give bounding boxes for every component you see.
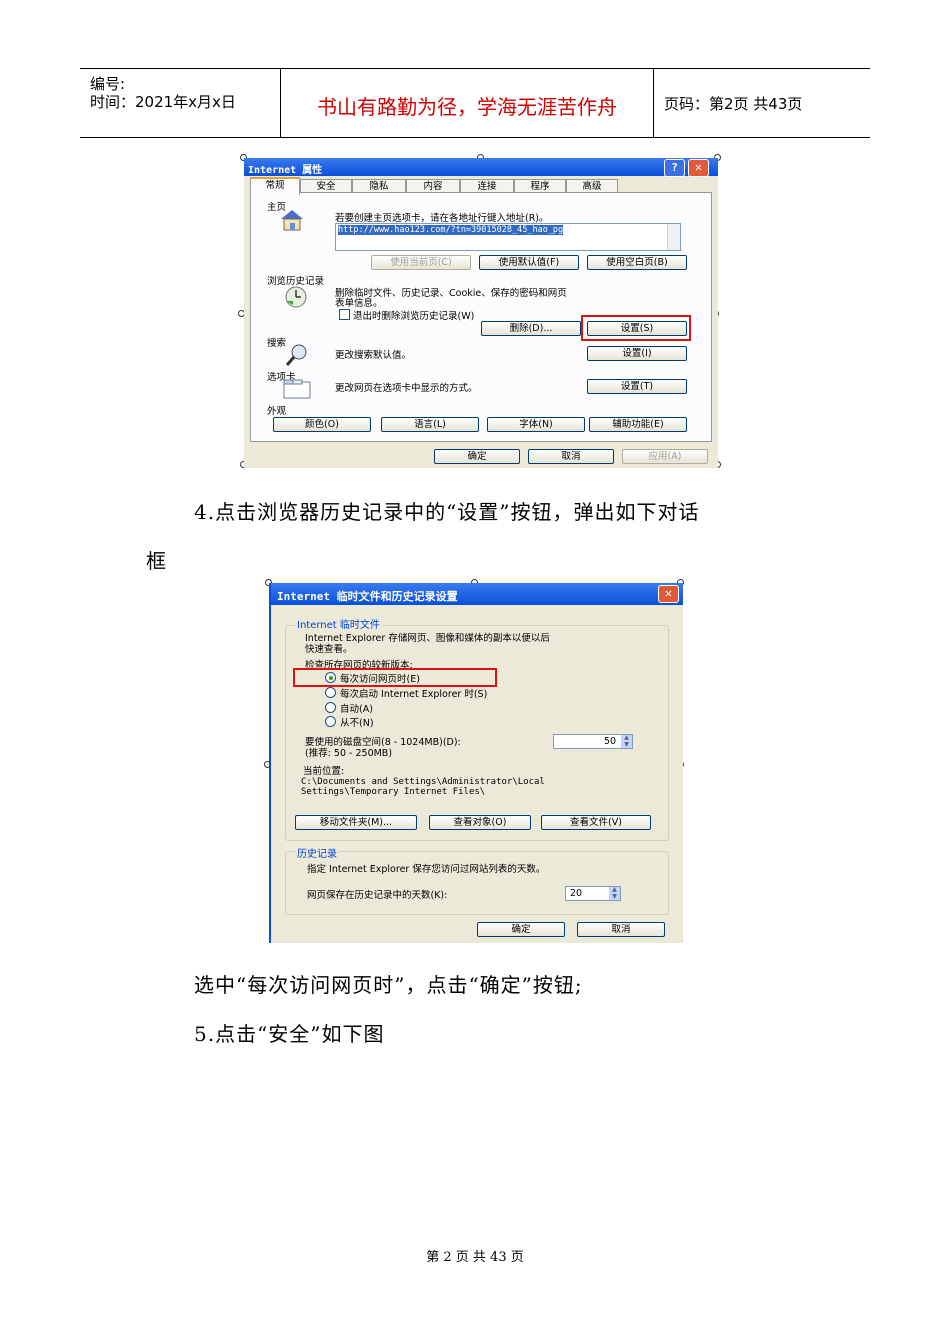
option-every-start-label: 每次启动 Internet Explorer 时(S) [340, 689, 488, 700]
general-tab-panel: 主页 若要创建主页选项卡，请在各地址行键入地址(R)。 http://www.h… [250, 192, 712, 442]
history-group-label: 历史记录 [295, 845, 339, 860]
option-automatic-label: 自动(A) [340, 704, 373, 715]
tab-content[interactable]: 内容 [406, 179, 460, 193]
header-motto-cell: 书山有路勤为径，学海无涯苦作舟 [281, 69, 654, 137]
delete-on-exit-label: 退出时删除浏览历史记录(W) [353, 311, 475, 322]
tabs-window-icon [283, 379, 311, 399]
close-icon[interactable]: ✕ [658, 585, 679, 603]
internet-options-dialog: Internet 属性 ? ✕ 常规 安全 隐私 内容 连接 程序 高级 主页 … [244, 158, 718, 468]
current-location-label: 当前位置: [303, 766, 345, 777]
paragraph-4-line-1: 4.点击浏览器历史记录中的“设置”按钮，弹出如下对话 [194, 500, 700, 524]
history-clock-icon [285, 286, 307, 308]
days-spinner[interactable]: 20 ▲ ▼ [565, 886, 621, 901]
home-url-value: http://www.hao123.com/?tn=39015028_45_ha… [338, 225, 564, 235]
cancel-button[interactable]: 取消 [577, 922, 665, 937]
search-settings-button[interactable]: 设置(I) [587, 346, 687, 361]
apply-button[interactable]: 应用(A) [622, 449, 708, 464]
header-meta-cell: 编号: 时间：2021年x月x日 [80, 69, 281, 137]
tabs-description: 更改网页在选项卡中显示的方式。 [335, 383, 478, 394]
highlight-every-visit [293, 668, 497, 687]
location-path-2: Settings\Temporary Internet Files\ [301, 787, 486, 797]
days-value: 20 [570, 888, 583, 899]
disk-space-value: 50 [603, 736, 616, 747]
home-description: 若要创建主页选项卡，请在各地址行键入地址(R)。 [335, 213, 549, 224]
use-default-button[interactable]: 使用默认值(F) [479, 255, 579, 270]
appearance-section-label: 外观 [267, 406, 287, 417]
ok-button[interactable]: 确定 [477, 922, 565, 937]
disk-space-spinner[interactable]: 50 ▲ ▼ [553, 734, 633, 749]
tab-security[interactable]: 安全 [300, 179, 352, 193]
spinner-arrows-icon[interactable]: ▲ ▼ [621, 734, 632, 748]
header-page-cell: 页码：第2页 共43页 [654, 69, 870, 137]
tab-programs[interactable]: 程序 [514, 179, 566, 193]
temp-files-settings-dialog: Internet 临时文件和历史记录设置 ✕ Internet 临时文件 Int… [269, 583, 683, 943]
tab-privacy[interactable]: 隐私 [352, 179, 406, 193]
search-section-label: 搜索 [267, 338, 287, 349]
days-label: 网页保存在历史记录中的天数(K): [307, 890, 448, 901]
help-icon[interactable]: ? [664, 159, 685, 177]
delete-on-exit-checkbox[interactable] [339, 309, 350, 320]
view-files-button[interactable]: 查看文件(V) [541, 815, 651, 830]
tab-general[interactable]: 常规 [250, 177, 300, 195]
dialog-title: Internet 属性 [248, 165, 323, 176]
view-objects-button[interactable]: 查看对象(O) [429, 815, 531, 830]
paragraph-5: 5.点击“安全”如下图 [194, 1022, 385, 1046]
dialog1-frame: Internet 属性 ? ✕ 常规 安全 隐私 内容 连接 程序 高级 主页 … [238, 154, 721, 468]
location-path-1: C:\Documents and Settings\Administrator\… [301, 777, 545, 787]
temp-description-2: 快速查看。 [305, 644, 353, 655]
paragraph-select: 选中“每次访问网页时”，点击“确定”按钮; [194, 973, 583, 997]
spinner-arrows-icon[interactable]: ▲ ▼ [609, 886, 620, 900]
accessibility-button[interactable]: 辅助功能(E) [589, 417, 687, 432]
house-icon [281, 210, 303, 231]
cancel-button[interactable]: 取消 [528, 449, 614, 464]
title-bar[interactable]: Internet 属性 ? ✕ [244, 158, 718, 177]
title-bar[interactable]: Internet 临时文件和历史记录设置 ✕ [271, 583, 683, 605]
radio-every-start[interactable] [325, 687, 336, 698]
history-description-2: 表单信息。 [335, 298, 383, 309]
page-footer: 第 2 页 共 43 页 [426, 1250, 524, 1265]
ok-button[interactable]: 确定 [434, 449, 520, 464]
use-blank-button[interactable]: 使用空白页(B) [587, 255, 687, 270]
motto: 书山有路勤为径，学海无涯苦作舟 [317, 95, 617, 119]
close-icon[interactable]: ✕ [688, 159, 709, 177]
temp-files-group-label: Internet 临时文件 [295, 616, 382, 631]
home-url-textarea[interactable]: http://www.hao123.com/?tn=39015028_45_ha… [335, 223, 681, 251]
search-description: 更改搜索默认值。 [335, 350, 412, 361]
dialog2-frame: Internet 临时文件和历史记录设置 ✕ Internet 临时文件 Int… [264, 579, 684, 943]
dialog-title: Internet 临时文件和历史记录设置 [277, 590, 458, 603]
tab-connections[interactable]: 连接 [460, 179, 514, 193]
magnifier-icon [285, 344, 307, 366]
header-table: 编号: 时间：2021年x月x日 书山有路勤为径，学海无涯苦作舟 页码：第2页 … [80, 68, 870, 138]
colors-button[interactable]: 颜色(O) [273, 417, 371, 432]
radio-automatic[interactable] [325, 702, 336, 713]
paragraph-4-line-2: 框 [146, 549, 167, 573]
option-never-label: 从不(N) [340, 718, 374, 729]
history-description: 指定 Internet Explorer 保存您访问过网站列表的天数。 [307, 864, 546, 875]
use-current-button[interactable]: 使用当前页(C) [371, 255, 471, 270]
radio-never[interactable] [325, 716, 336, 727]
fonts-button[interactable]: 字体(N) [487, 417, 585, 432]
tabs-settings-button[interactable]: 设置(T) [587, 379, 687, 394]
highlight-history-settings [581, 315, 691, 341]
textarea-scrollbar[interactable] [667, 224, 680, 250]
page-info: 页码：第2页 共43页 [664, 95, 803, 113]
disk-space-recommend: (推荐: 50 - 250MB) [305, 748, 393, 759]
tab-advanced[interactable]: 高级 [566, 179, 618, 193]
move-folder-button[interactable]: 移动文件夹(M)... [295, 815, 417, 830]
delete-history-button[interactable]: 删除(D)... [481, 321, 581, 336]
time-label: 时间：2021年x月x日 [90, 93, 236, 111]
languages-button[interactable]: 语言(L) [381, 417, 479, 432]
